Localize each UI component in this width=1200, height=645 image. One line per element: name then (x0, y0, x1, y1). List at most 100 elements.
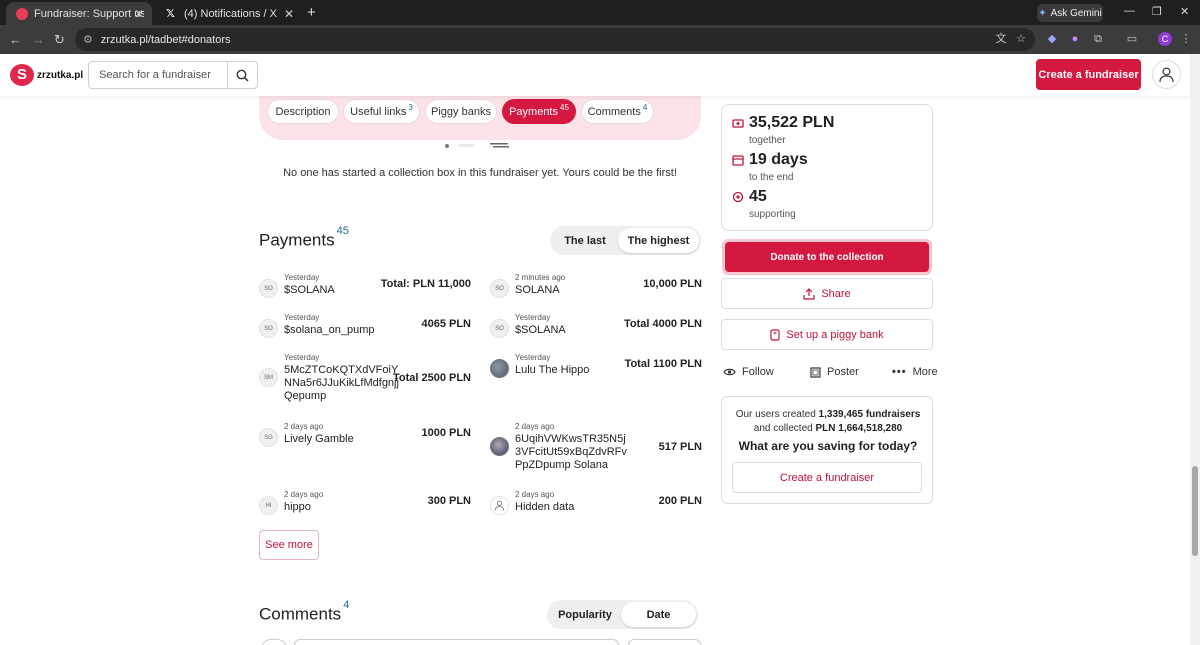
ask-gemini-label: Ask Gemini (1050, 7, 1102, 19)
more-button[interactable]: ••• More (892, 366, 938, 378)
comments-count: 4 (343, 599, 350, 611)
browser-tab-notifications[interactable]: 𝕏 (4) Notifications / X ✕ (156, 2, 302, 25)
donate-button[interactable]: Donate to the collection (725, 242, 929, 272)
donor-avatar: SO (259, 279, 278, 298)
browser-menu-icon[interactable]: ⋮ (1180, 33, 1192, 45)
address-bar[interactable]: ⚙ zrzutka.pl/tadbet#donators (75, 28, 1035, 51)
sort-the-last[interactable]: The last (552, 228, 618, 253)
maximize-icon[interactable]: ❐ (1152, 5, 1162, 18)
scrollbar-thumb[interactable] (1192, 466, 1198, 556)
side-panel-icon[interactable]: ▭ (1126, 33, 1138, 45)
search-icon (236, 69, 249, 82)
sort-date[interactable]: Date (621, 602, 696, 627)
tab-payments[interactable]: Payments 45 (502, 99, 576, 124)
tab-comments[interactable]: Comments 4 (581, 99, 654, 124)
payment-time: Yesterday (284, 313, 320, 322)
payment-time: Yesterday (515, 313, 551, 322)
see-more-button[interactable]: See more (259, 530, 319, 560)
browser-profile-avatar[interactable]: C (1158, 32, 1172, 46)
payment-time: 2 days ago (515, 490, 555, 499)
payment-amount: Total 1100 PLN (624, 358, 702, 370)
poster-label: Poster (827, 366, 859, 378)
follow-label: Follow (742, 366, 774, 378)
payment-item: SG 2 days ago Lively Gamble 1000 PLN (259, 422, 471, 452)
tab-label: Payments (509, 105, 558, 118)
page-scrollbar[interactable] (1190, 54, 1200, 645)
payment-time: Yesterday (284, 273, 320, 282)
sort-popularity[interactable]: Popularity (549, 602, 621, 627)
zrzutka-logo-icon: S (10, 64, 34, 86)
share-icon (803, 287, 815, 300)
search-input[interactable] (89, 63, 227, 87)
url-text: zrzutka.pl/tadbet#donators (100, 33, 231, 46)
reload-icon[interactable]: ↻ (54, 32, 65, 48)
piggy-bank-icon (770, 328, 780, 341)
payment-amount: 1000 PLN (421, 427, 471, 439)
payment-item: HI 2 days ago hippo 300 PLN (259, 490, 471, 520)
payment-time: 2 days ago (284, 490, 324, 499)
search-button[interactable] (227, 62, 257, 88)
extension-icon[interactable]: ● (1069, 33, 1081, 45)
follow-button[interactable]: Follow (723, 366, 774, 378)
site-header: S zrzutka.pl Create a fundraiser (0, 54, 1190, 96)
window-close-icon[interactable]: ✕ (1180, 5, 1189, 18)
payment-item: SM Yesterday 5McZTCoKQTXdVFoiYNNa5r6JJuK… (259, 353, 471, 409)
set-up-piggy-bank-button[interactable]: Set up a piggy bank (721, 319, 933, 350)
comment-input[interactable] (294, 639, 619, 645)
tab-description[interactable]: Description (267, 99, 339, 124)
money-icon (732, 117, 744, 129)
close-tab-icon[interactable]: ✕ (134, 7, 144, 21)
forward-icon[interactable]: → (32, 32, 45, 47)
user-account-button[interactable] (1152, 60, 1181, 89)
back-icon[interactable]: ← (9, 32, 22, 47)
extension-icon[interactable]: ◆ (1046, 33, 1058, 45)
hidden-user-icon (490, 496, 509, 515)
share-button[interactable]: Share (721, 278, 933, 309)
new-tab-icon[interactable]: + (307, 4, 316, 21)
promo-create-fundraiser-button[interactable]: Create a fundraiser (732, 462, 922, 493)
browser-tab-bar: Fundraiser: Support us and nam ✕ 𝕏 (4) N… (0, 0, 1200, 25)
section-tabs: Description Useful links 3 Piggy banks Pa… (259, 96, 701, 140)
donor-avatar: HI (259, 496, 278, 515)
extensions-puzzle-icon[interactable]: ⧉ (1092, 33, 1104, 45)
donor-name: $SOLANA (515, 324, 566, 336)
piggy-illustration-fragment (445, 143, 509, 148)
payment-amount: 4065 PLN (421, 318, 471, 330)
payment-item: Yesterday Lulu The Hippo Total 1100 PLN (490, 353, 702, 383)
tab-label: Comments (587, 105, 641, 118)
comments-title: Comments 4 (259, 599, 349, 625)
donor-name: SOLANA (515, 284, 560, 296)
donor-avatar: SM (259, 368, 278, 387)
create-fundraiser-button[interactable]: Create a fundraiser (1036, 59, 1141, 90)
tab-useful-links[interactable]: Useful links 3 (343, 99, 420, 124)
tab-piggy-banks[interactable]: Piggy banks (425, 99, 497, 124)
browser-tab-fundraiser[interactable]: Fundraiser: Support us and nam ✕ (6, 2, 152, 25)
sort-the-highest[interactable]: The highest (618, 228, 699, 253)
donor-name: Lively Gamble (284, 433, 354, 445)
minimize-icon[interactable]: — (1124, 5, 1135, 17)
translate-icon[interactable]: 文 (995, 33, 1007, 45)
poster-icon (810, 366, 821, 378)
ask-gemini-button[interactable]: ✦ Ask Gemini (1037, 4, 1103, 22)
promo-collected-amount: PLN 1,664,518,280 (815, 423, 903, 434)
comments-sort-toggle: Popularity Date (547, 600, 698, 629)
comment-submit-button[interactable] (628, 639, 701, 645)
search-box (88, 61, 258, 89)
donor-photo-avatar (490, 437, 509, 456)
tab-label: Useful links (350, 105, 407, 118)
site-info-icon[interactable]: ⚙ (83, 33, 93, 46)
payments-sort-toggle: The last The highest (550, 226, 701, 255)
payment-item: 2 days ago 6UqihVWKwsTR35N5j3VFcitUt59xB… (490, 422, 702, 478)
poster-button[interactable]: Poster (810, 366, 859, 378)
close-tab-icon[interactable]: ✕ (284, 7, 294, 21)
bookmark-star-icon[interactable]: ☆ (1015, 33, 1027, 45)
promo-text: Our users created (735, 409, 816, 420)
zrzutka-logo[interactable]: S zrzutka.pl (10, 64, 83, 86)
amount-label: together (749, 135, 786, 146)
payment-time: 2 days ago (515, 422, 555, 431)
page-content: Description Useful links 3 Piggy banks Pa… (0, 96, 1190, 645)
promo-text: and collected (753, 423, 813, 434)
donor-name: 6UqihVWKwsTR35N5j3VFcitUt59xBqZdvRFvPpZD… (515, 433, 627, 471)
calendar-icon (732, 154, 744, 166)
payment-item: SO Yesterday $solana_on_pump 4065 PLN (259, 313, 471, 343)
